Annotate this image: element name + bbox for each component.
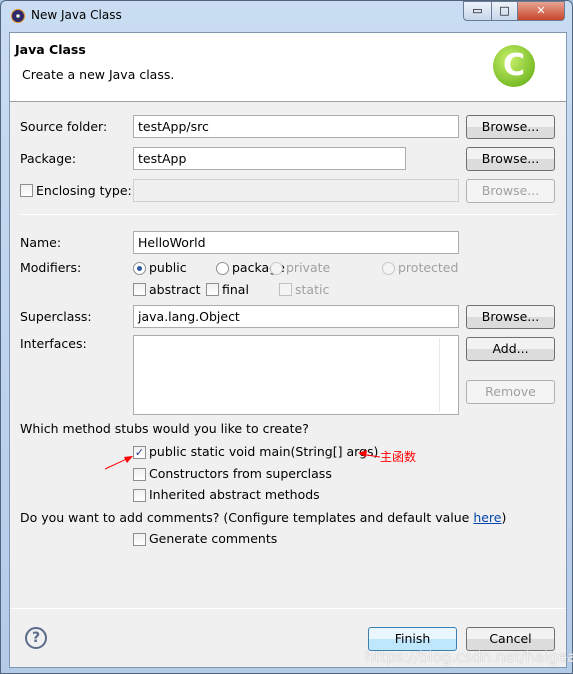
arrow-head-checkbox xyxy=(124,456,133,463)
inherited-methods-checkbox[interactable] xyxy=(133,489,146,502)
generate-comments-checkbox[interactable] xyxy=(133,533,146,546)
superclass-label: Superclass: xyxy=(20,309,92,324)
templates-link[interactable]: here xyxy=(473,510,501,525)
superclass-input[interactable]: java.lang.Object xyxy=(133,305,459,328)
name-label: Name: xyxy=(20,235,62,250)
dialog-body: Java Class Create a new Java class. C So… xyxy=(9,32,573,668)
name-input[interactable]: HelloWorld xyxy=(133,231,459,254)
eclipse-icon xyxy=(11,9,25,23)
interfaces-list[interactable] xyxy=(133,335,459,415)
comments-question-text: Do you want to add comments? (Configure … xyxy=(20,510,474,525)
generate-comments-label: Generate comments xyxy=(149,531,278,546)
add-interface-button[interactable]: Add... xyxy=(466,337,555,361)
protected-label: protected xyxy=(398,260,459,275)
enclosing-type-label: Enclosing type: xyxy=(36,183,132,198)
package-label: Package: xyxy=(20,151,77,166)
stubs-question: Which method stubs would you like to cre… xyxy=(20,421,309,436)
window-frame: New Java Class ▭ □ ✕ Java Class Create a… xyxy=(0,0,573,674)
footer-separator xyxy=(10,608,566,609)
public-label: public xyxy=(149,260,187,275)
enclosing-browse-button: Browse... xyxy=(466,179,555,203)
interfaces-label: Interfaces: xyxy=(20,336,87,351)
final-checkbox[interactable] xyxy=(206,283,219,296)
abstract-label: abstract xyxy=(149,282,201,297)
separator xyxy=(20,214,556,215)
window-title: New Java Class xyxy=(31,8,122,22)
header-title: Java Class xyxy=(15,42,86,57)
superclass-browse-button[interactable]: Browse... xyxy=(466,305,555,329)
package-radio[interactable] xyxy=(216,262,229,275)
maximize-button[interactable]: □ xyxy=(491,1,518,21)
source-folder-input[interactable]: testApp/src xyxy=(133,115,459,138)
static-checkbox xyxy=(279,283,292,296)
annotation-label: 主函数 xyxy=(380,450,417,464)
java-class-logo-icon: C xyxy=(493,45,535,87)
comments-question: Do you want to add comments? (Configure … xyxy=(20,510,506,525)
remove-interface-button: Remove xyxy=(466,380,555,404)
arrow-head-main xyxy=(358,450,367,457)
abstract-checkbox[interactable] xyxy=(133,283,146,296)
header-description: Create a new Java class. xyxy=(22,67,175,82)
protected-radio xyxy=(382,262,395,275)
package-input[interactable]: testApp xyxy=(133,147,406,170)
help-icon[interactable]: ? xyxy=(25,627,47,649)
watermark: https://blog.csdn.net/haigear xyxy=(365,648,573,666)
enclosing-type-input xyxy=(133,179,459,202)
private-label: private xyxy=(286,260,331,275)
source-folder-browse-button[interactable]: Browse... xyxy=(466,115,555,139)
list-scroll-divider xyxy=(439,338,440,412)
modifiers-label: Modifiers: xyxy=(20,260,82,275)
source-folder-label: Source folder: xyxy=(20,119,108,134)
dialog-header: Java Class Create a new Java class. C xyxy=(10,33,566,102)
annotation-arrows xyxy=(104,450,381,470)
package-browse-button[interactable]: Browse... xyxy=(466,147,555,171)
enclosing-type-checkbox[interactable] xyxy=(20,184,33,197)
final-label: final xyxy=(222,282,249,297)
private-radio xyxy=(270,262,283,275)
inherited-methods-label: Inherited abstract methods xyxy=(149,487,320,502)
comments-close-paren: ) xyxy=(501,510,507,525)
static-label: static xyxy=(295,282,330,297)
public-radio[interactable] xyxy=(133,262,146,275)
minimize-button[interactable]: ▭ xyxy=(463,1,492,21)
close-button[interactable]: ✕ xyxy=(517,1,565,21)
